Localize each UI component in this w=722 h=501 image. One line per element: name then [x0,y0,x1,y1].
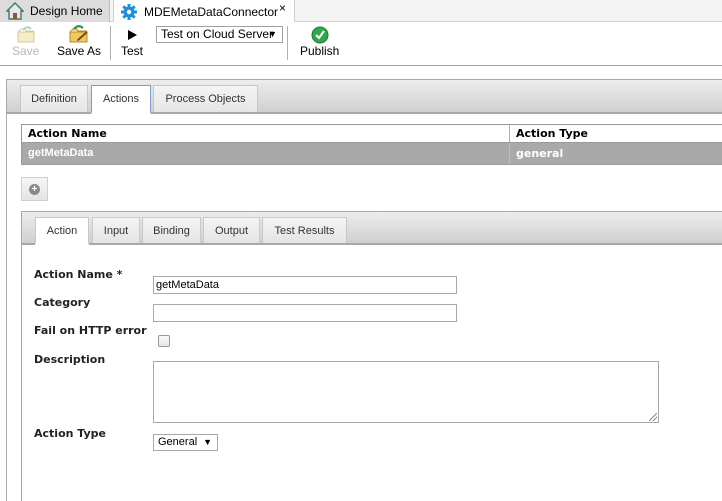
tab-design-home[interactable]: Design Home [0,0,110,22]
gear-icon [120,3,138,21]
tab-action[interactable]: Action [35,217,89,245]
action-name-label: Action Name * [34,268,123,281]
test-target-select[interactable]: Test on Cloud Server ▼ [156,26,283,43]
test-label: Test [121,44,144,58]
description-label: Description [34,353,106,366]
chevron-down-icon: ▼ [203,437,212,447]
fail-on-http-error-checkbox[interactable] [158,335,170,347]
tab-input[interactable]: Input [92,217,140,243]
table-row[interactable]: getMetaData general [21,143,722,165]
tab-binding[interactable]: Binding [142,217,201,243]
cell-action-type: general [516,147,564,160]
add-action-button[interactable]: + [21,177,48,201]
action-type-select[interactable]: General ▼ [153,434,218,451]
connector-panel: Definition Actions Process Objects Actio… [6,79,722,501]
tab-actions[interactable]: Actions [91,85,151,114]
resize-grip-icon[interactable] [649,413,657,421]
save-label: Save [12,44,40,58]
main-tabbar: Definition Actions Process Objects [7,80,722,114]
fail-on-http-error-label: Fail on HTTP error [34,324,147,337]
play-icon [121,24,143,44]
save-as-button[interactable]: Save As [57,24,101,58]
chevron-down-icon: ▼ [268,29,277,39]
publish-label: Publish [300,44,340,58]
category-input[interactable] [153,304,457,322]
tab-label: MDEMetaDataConnector [144,4,279,19]
test-button[interactable]: Test [121,24,143,58]
save-as-folder-icon [68,24,90,44]
tab-definition[interactable]: Definition [20,85,88,112]
home-icon [5,2,25,20]
action-type-value: General [158,436,198,448]
toolbar-divider [110,26,111,60]
save-folder-icon [15,24,37,44]
tab-mdemetadataconnector[interactable]: MDEMetaDataConnector × [113,0,295,23]
toolbar: Save Save As Test Test on Cloud Server ▼ [0,22,722,66]
tab-label: Design Home [30,4,103,18]
action-tabbar: Action Input Binding Output Test Results [22,212,722,245]
category-label: Category [34,296,91,309]
tab-test-results[interactable]: Test Results [262,217,347,243]
table-header: Action Name Action Type [21,124,722,143]
plus-circle-icon: + [29,184,40,195]
toolbar-divider [287,26,288,60]
document-tabbar: Design Home MDEMetaDataConnector × [0,0,722,23]
description-textarea[interactable] [153,361,659,423]
column-action-type[interactable]: Action Type [510,125,588,142]
test-target-value: Test on Cloud Server [161,27,274,41]
column-action-name[interactable]: Action Name [22,125,510,142]
publish-button[interactable]: Publish [300,24,339,58]
action-detail-panel: Action Input Binding Output Test Results… [21,211,722,501]
cell-action-name: getMetaData [22,143,510,164]
publish-check-icon [309,24,331,44]
tab-output[interactable]: Output [203,217,260,243]
actions-table: Action Name Action Type getMetaData gene… [21,124,722,165]
save-button[interactable]: Save [12,24,39,58]
save-as-label: Save As [57,44,102,58]
close-icon[interactable]: × [279,1,286,15]
action-name-input[interactable] [153,276,457,294]
tab-process-objects[interactable]: Process Objects [153,85,258,112]
action-type-label: Action Type [34,427,106,440]
